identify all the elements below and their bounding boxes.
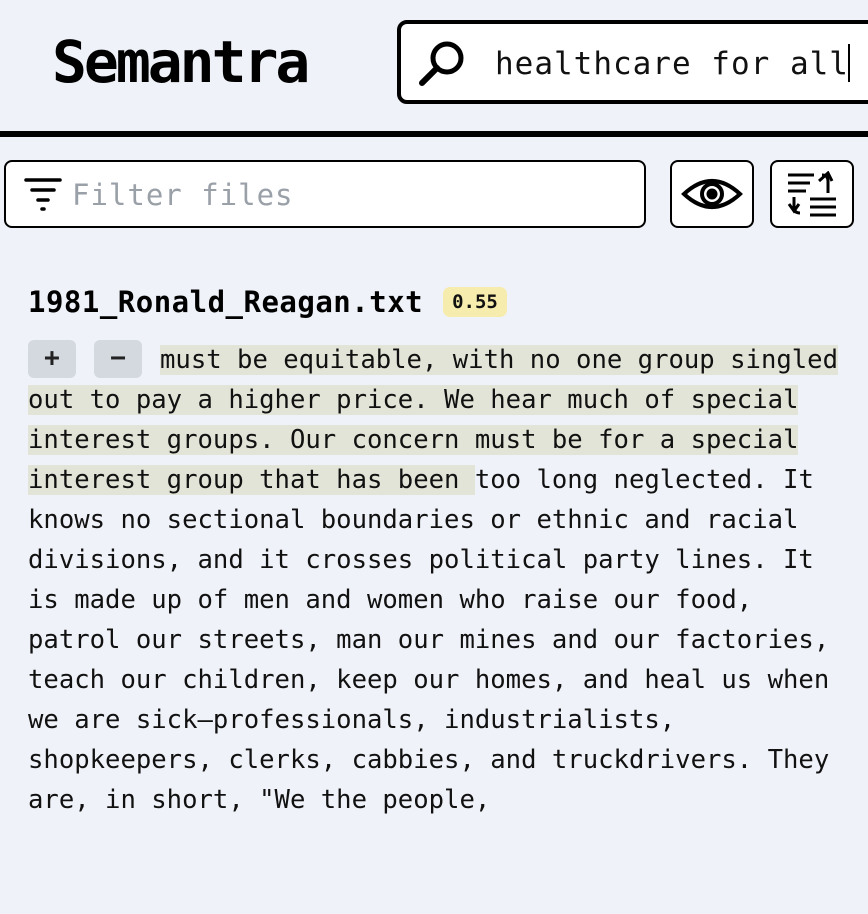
context-text: too long neglected. It knows no sectiona… [28,465,830,815]
search-box[interactable] [397,20,868,104]
sort-swap-icon [787,171,836,217]
search-input[interactable] [495,42,855,86]
app-logo: Semantra [52,28,310,96]
filter-files-input[interactable] [72,174,632,216]
collapse-context-button[interactable]: − [94,340,142,378]
eye-icon [681,179,743,209]
app-header: Semantra [0,0,868,137]
result-file-name[interactable]: 1981_Ronald_Reagan.txt [28,285,423,319]
result-header: 1981_Ronald_Reagan.txt 0.55 [28,280,507,324]
expand-context-button[interactable]: + [28,340,76,378]
filter-icon [24,178,62,211]
search-icon [419,41,464,86]
filter-files-box[interactable] [4,160,646,228]
result-passage: + − must be equitable, with no one group s… [28,340,848,820]
text-caret [848,44,850,82]
sort-toggle-button[interactable] [770,160,854,228]
similarity-score-badge: 0.55 [443,287,507,317]
toggle-preview-button[interactable] [670,160,754,228]
